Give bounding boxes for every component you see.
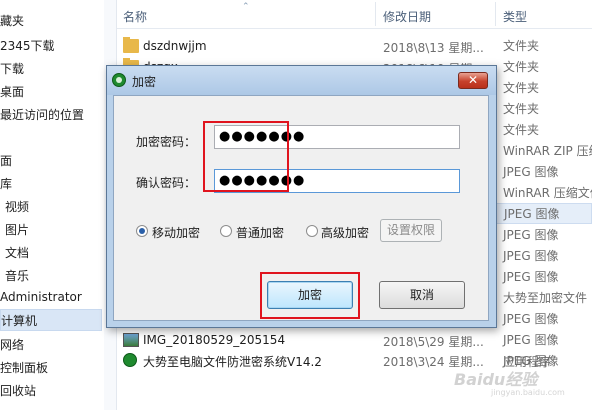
file-date: 2018\8\13 星期... [383,41,484,55]
close-button[interactable]: ✕ [458,72,488,89]
nav-item-documents[interactable]: 文档 [5,244,29,261]
radio-advanced-encrypt-label[interactable]: 高级加密 [321,224,369,241]
column-header-type[interactable]: 类型 [503,8,527,25]
file-row[interactable]: dszdnwjjm 2018\8\13 星期... [117,36,592,57]
set-permissions-button[interactable]: 设置权限 [380,219,442,242]
type-cell: JPEG 图像 [503,270,559,284]
column-header-name[interactable]: 名称 [123,8,147,25]
nav-item-2345-download[interactable]: 2345下载 [0,37,55,54]
nav-item-favorites[interactable]: 藏夹 [0,12,24,29]
type-cell: WinRAR ZIP 压缩 [503,144,592,158]
nav-item-computer[interactable]: 计算机 [0,309,102,331]
file-date: 2018\5\29 星期... [383,335,484,349]
type-cell: JPEG 图像 [503,312,559,326]
nav-item-recent-places[interactable]: 最近访问的位置 [0,106,84,123]
column-divider[interactable] [495,2,496,26]
cancel-button[interactable]: 取消 [379,281,465,309]
nav-item-libraries[interactable]: 库 [0,175,12,192]
type-cell: WinRAR 压缩文件 [503,186,592,200]
nav-item-downloads[interactable]: 下载 [0,60,24,77]
radio-advanced-encrypt[interactable] [306,225,318,237]
encrypt-button-highlight [260,272,360,319]
baidu-watermark: Baidu经验 [454,370,538,389]
type-cell: JPEG 图像 [503,228,559,242]
sort-arrow-icon: ⌃ [242,2,250,12]
radio-normal-encrypt-label[interactable]: 普通加密 [236,224,284,241]
folder-icon [123,37,139,53]
file-name: dszdnwjjm [143,39,207,53]
nav-item-desktop-root[interactable]: 面 [0,152,12,169]
nav-item-pictures[interactable]: 图片 [5,221,29,238]
type-cell: JPEG 图像 [503,249,559,263]
dialog-titlebar[interactable]: 加密 ✕ [107,66,496,95]
file-row[interactable]: IMG_20180529_205154 2018\5\29 星期... [117,330,592,351]
column-header-bar: 名称 ⌃ 修改日期 类型 [117,0,592,29]
radio-mobile-encrypt-label[interactable]: 移动加密 [152,224,200,241]
app-icon [123,353,137,367]
type-cell: JPEG 图像 [503,165,559,179]
nav-item-desktop[interactable]: 桌面 [0,83,24,100]
password-fields-highlight [203,121,289,192]
dialog-title: 加密 [132,75,157,89]
nav-item-recycle-bin[interactable]: 回收站 [0,382,36,399]
radio-normal-encrypt[interactable] [220,225,232,237]
nav-item-control-panel[interactable]: 控制面板 [0,359,48,376]
nav-item-music[interactable]: 音乐 [5,267,29,284]
image-icon [123,333,139,347]
radio-mobile-encrypt[interactable] [136,225,148,237]
type-cell-selected[interactable]: JPEG 图像 [496,203,592,224]
confirm-password-label: 确认密码： [136,176,197,190]
nav-item-videos[interactable]: 视频 [5,198,29,215]
navigation-pane: 藏夹 2345下载 下载 桌面 最近访问的位置 面 库 视频 图片 文档 音乐 … [0,0,105,410]
file-name: 大势至电脑文件防泄密系统V14.2 [143,355,322,369]
type-cell: 大势至加密文件 [503,291,588,305]
file-name: IMG_20180529_205154 [143,333,286,347]
password-label: 加密密码： [136,135,197,149]
baidu-watermark-url: jingyan.baidu.com [491,388,565,397]
column-divider[interactable] [375,2,376,26]
type-cell: 文件夹 [503,81,540,95]
app-logo-icon [112,73,126,87]
nav-item-network[interactable]: 网络 [0,336,24,353]
type-cell: 文件夹 [503,123,540,137]
nav-item-administrator[interactable]: Administrator [0,290,82,304]
column-header-date[interactable]: 修改日期 [383,8,431,25]
type-cell: 文件夹 [503,102,540,116]
